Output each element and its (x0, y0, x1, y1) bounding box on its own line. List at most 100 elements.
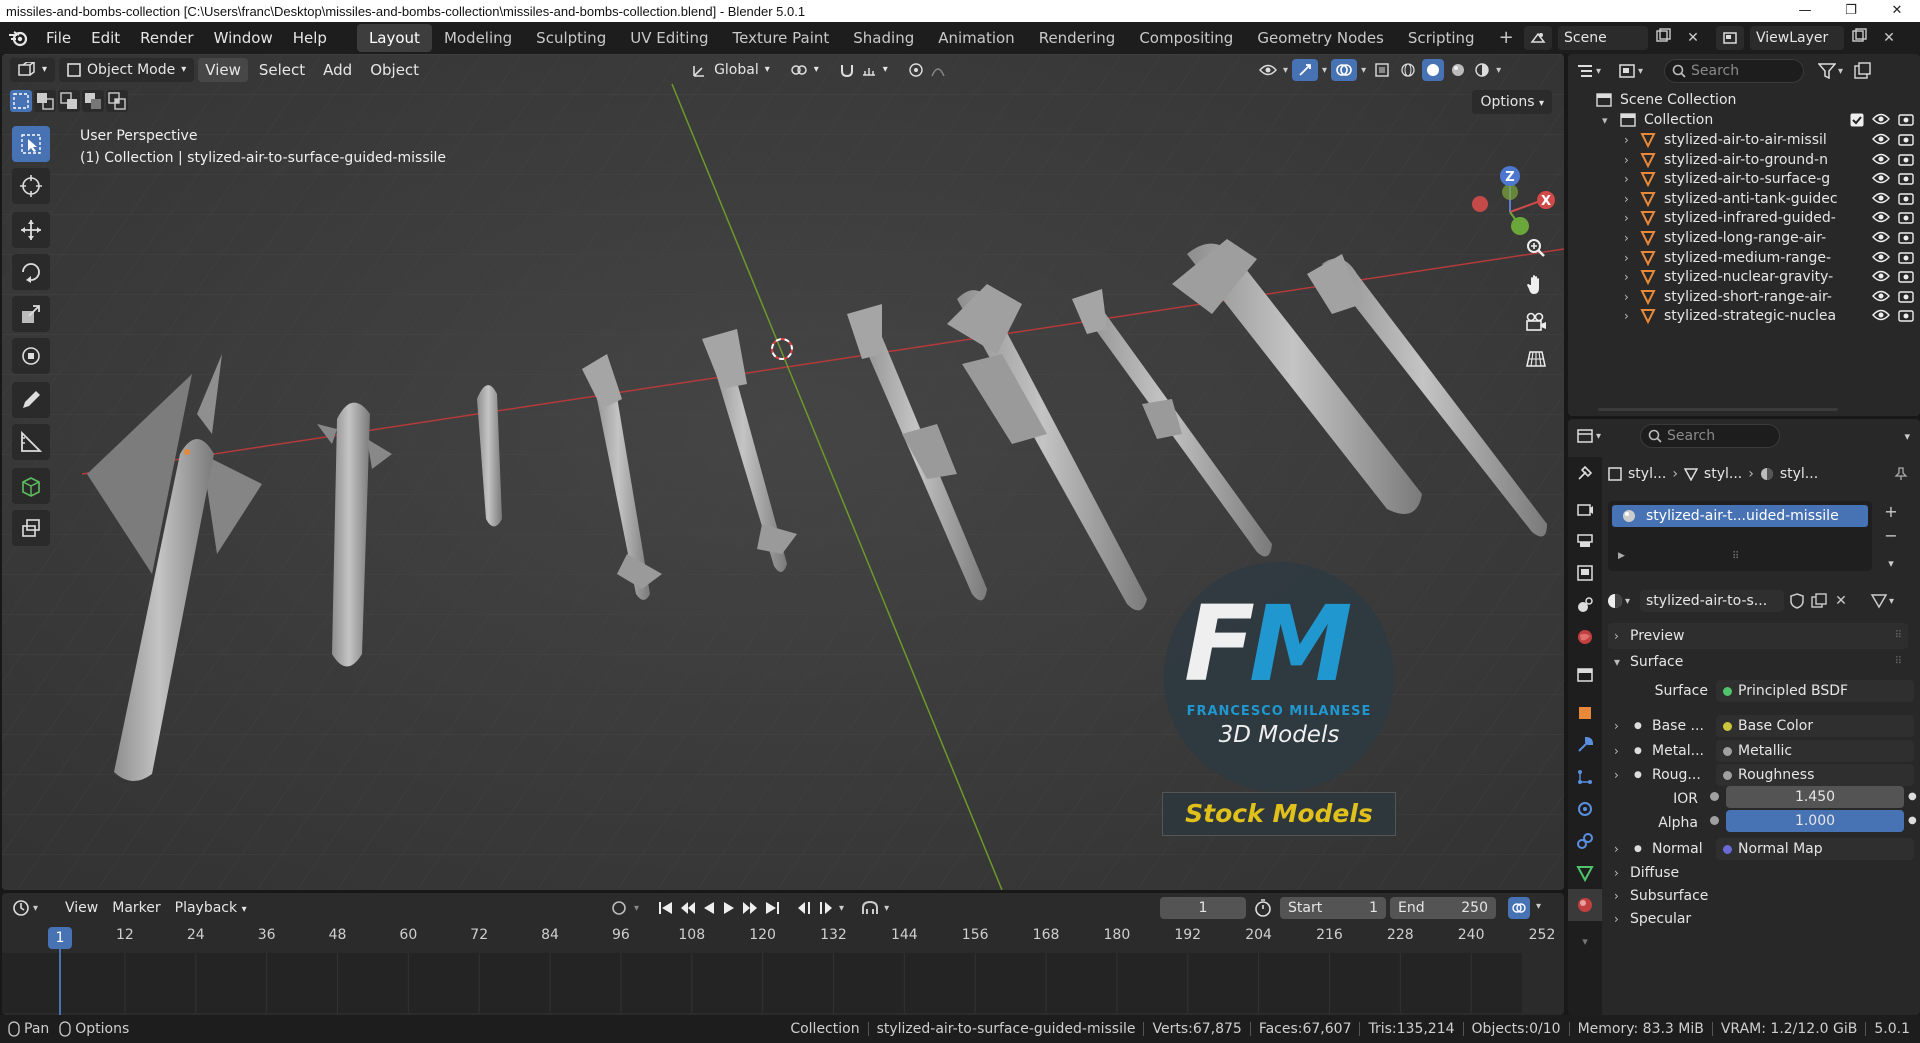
camera-icon[interactable] (1898, 132, 1914, 146)
pivot-point-dropdown[interactable]: ▾ (782, 58, 827, 82)
select-box-tool[interactable] (12, 126, 50, 162)
timeline-ruler[interactable]: 12 24 36 48 60 72 84 96 108 120 132 144 156 168 180 192… (2, 927, 1564, 949)
chevron-down-icon[interactable]: ▾ (1602, 114, 1608, 127)
shading-solid-icon[interactable] (1422, 59, 1445, 81)
play-icon[interactable] (721, 900, 737, 916)
new-collection-icon[interactable] (1853, 62, 1871, 80)
remove-slot-button[interactable]: − (1880, 525, 1902, 547)
properties-editor-type-icon[interactable]: ▾ (1576, 424, 1612, 448)
delete-view-layer-icon[interactable]: ✕ (1878, 27, 1900, 49)
zoom-icon[interactable] (1520, 232, 1552, 264)
chevron-right-icon[interactable]: › (1624, 133, 1629, 147)
tab-compositing[interactable]: Compositing (1127, 24, 1245, 52)
camera-icon[interactable] (1898, 269, 1914, 283)
shading-wireframe-icon[interactable] (1398, 59, 1418, 81)
select-invert-icon[interactable] (82, 90, 104, 112)
outliner-search-input[interactable]: Search (1664, 59, 1804, 83)
chevron-right-icon[interactable]: › (1614, 842, 1619, 856)
list-expand-icon[interactable]: ▶ (1618, 551, 1625, 561)
move-tool[interactable] (12, 212, 50, 248)
tab-sculpting[interactable]: Sculpting (524, 24, 618, 52)
new-view-layer-icon[interactable] (1850, 27, 1872, 49)
select-intersect-icon[interactable] (106, 90, 128, 112)
surface-shader-field[interactable]: Principled BSDF (1716, 680, 1914, 702)
ior-keyframe-icon[interactable]: ● (1908, 791, 1917, 802)
tab-tool-icon[interactable] (1568, 457, 1602, 489)
scene-name-field[interactable]: Scene (1558, 26, 1648, 50)
menu-render[interactable]: Render (130, 24, 203, 52)
tab-modeling[interactable]: Modeling (432, 24, 524, 52)
properties-search-input[interactable]: Search (1640, 424, 1780, 448)
menu-file[interactable]: File (36, 24, 81, 52)
tab-object-icon[interactable] (1568, 697, 1602, 729)
tab-uv-editing[interactable]: UV Editing (618, 24, 720, 52)
tab-material-icon[interactable] (1568, 889, 1602, 921)
gizmo-neg-x-icon[interactable] (1472, 196, 1488, 212)
chevron-right-icon[interactable]: › (1614, 744, 1619, 758)
eye-icon[interactable] (1872, 250, 1890, 264)
ior-field[interactable]: 1.450 (1726, 786, 1904, 808)
record-icon[interactable] (608, 897, 630, 919)
chevron-down-icon[interactable]: ▾ (1904, 430, 1910, 443)
eye-icon[interactable] (1872, 289, 1890, 303)
tab-collection-icon[interactable] (1568, 659, 1602, 691)
next-frame-icon[interactable] (817, 900, 835, 916)
chevron-right-icon[interactable]: › (1624, 211, 1629, 225)
snap-dropdown[interactable]: ▾ (831, 58, 896, 82)
camera-icon[interactable] (1898, 250, 1914, 264)
specular-panel-header[interactable]: › Specular (1608, 906, 1908, 932)
tabs-scroll-chevron-icon[interactable]: ▾ (1568, 925, 1602, 957)
current-frame-field[interactable]: 1 (1160, 897, 1246, 919)
add-slot-button[interactable]: + (1880, 501, 1902, 523)
slot-specials-dropdown[interactable]: ▾ (1880, 553, 1902, 575)
play-reverse-icon[interactable] (701, 900, 717, 916)
tab-render-icon[interactable] (1568, 493, 1602, 525)
jump-end-icon[interactable] (763, 900, 781, 916)
eye-icon[interactable] (1872, 132, 1890, 146)
tab-scripting[interactable]: Scripting (1396, 24, 1487, 52)
annotate-tool[interactable] (12, 382, 50, 418)
shader-input-row[interactable]: › ● Metal... Metallic (1602, 738, 1920, 764)
chevron-right-icon[interactable]: › (1614, 768, 1619, 782)
chevron-right-icon[interactable]: › (1624, 290, 1629, 304)
shader-input-field[interactable]: Roughness (1716, 764, 1914, 786)
tab-geometry-nodes[interactable]: Geometry Nodes (1245, 24, 1396, 52)
jump-start-icon[interactable] (657, 900, 675, 916)
duplicate-material-icon[interactable] (1810, 592, 1828, 610)
scene-selector-icon[interactable] (1524, 26, 1552, 50)
tab-rendering[interactable]: Rendering (1027, 24, 1128, 52)
rotate-tool[interactable] (12, 254, 50, 290)
eye-icon[interactable] (1872, 171, 1890, 185)
camera-icon[interactable] (1898, 289, 1914, 303)
cursor-tool[interactable] (12, 168, 50, 204)
perspective-grid-icon[interactable] (1520, 343, 1552, 375)
maximize-button[interactable]: ❐ (1828, 0, 1874, 22)
proportional-editing-toggle[interactable] (900, 58, 954, 82)
tab-constraints-icon[interactable] (1568, 825, 1602, 857)
view-layer-icon[interactable] (1716, 26, 1744, 50)
tab-scene-icon[interactable] (1568, 589, 1602, 621)
tab-world-icon[interactable] (1568, 621, 1602, 653)
viewport-menu-object[interactable]: Object (363, 58, 426, 82)
display-mode-icon[interactable]: ▾ (1618, 59, 1658, 83)
shading-rendered-icon[interactable] (1472, 59, 1492, 81)
camera-icon[interactable] (1898, 112, 1914, 126)
scale-tool[interactable] (12, 296, 50, 332)
material-slot-list[interactable]: stylized-air-t...uided-missile ▶ ⠿ (1608, 501, 1872, 571)
camera-icon[interactable] (1898, 171, 1914, 185)
menu-help[interactable]: Help (283, 24, 337, 52)
view-layer-field[interactable]: ViewLayer (1750, 26, 1844, 50)
blender-logo-icon[interactable] (0, 26, 36, 50)
outliner-scrollbar[interactable] (1598, 408, 1838, 411)
camera-icon[interactable] (1898, 230, 1914, 244)
visibility-eye-icon[interactable] (1257, 59, 1279, 81)
outliner-item[interactable]: › stylized-strategic-nuclea (1568, 304, 1920, 328)
timeline-menu-marker[interactable]: Marker (105, 896, 167, 920)
object-mode-dropdown[interactable]: Object Mode ▾ (59, 58, 195, 82)
chevron-right-icon[interactable]: › (1624, 172, 1629, 186)
pin-icon[interactable] (1894, 467, 1908, 481)
chevron-right-icon[interactable]: › (1614, 719, 1619, 733)
alpha-field[interactable]: 1.000 (1726, 810, 1904, 832)
chevron-right-icon[interactable]: › (1624, 231, 1629, 245)
prev-keyframe-icon[interactable] (679, 900, 697, 916)
